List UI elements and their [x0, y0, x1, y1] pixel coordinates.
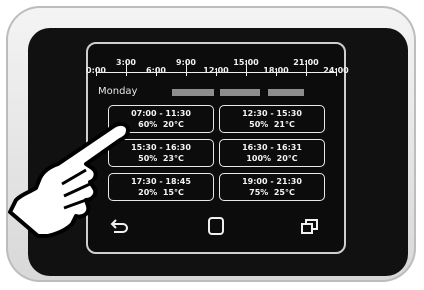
slot-power: 20% — [138, 188, 158, 197]
slot-time: 12:30 - 15:30 — [242, 109, 302, 118]
schedule-bar-segment — [220, 89, 260, 96]
day-label: Monday — [98, 86, 138, 97]
tick — [306, 60, 307, 76]
slot-temp: 15°C — [162, 188, 184, 197]
slot-time: 19:00 - 21:30 — [242, 177, 302, 186]
slot-power: 75% — [249, 188, 269, 197]
slot-time: 16:30 - 16:31 — [242, 143, 302, 152]
time-slot-button[interactable]: 12:30 - 15:30 50% 21°C — [219, 105, 325, 133]
slot-temp: 20°C — [162, 120, 184, 129]
time-slot-button[interactable]: 16:30 - 16:31 100% 20°C — [219, 139, 325, 167]
slot-power: 60% — [138, 120, 158, 129]
time-slot-button[interactable]: 19:00 - 21:30 75% 25°C — [219, 173, 325, 201]
slot-power: 50% — [249, 120, 269, 129]
schedule-bar-segment — [268, 89, 304, 96]
tick — [216, 68, 217, 76]
tick — [276, 68, 277, 76]
tick — [336, 68, 337, 76]
slot-temp: 21°C — [273, 120, 295, 129]
pointing-hand-icon — [8, 121, 130, 238]
slot-values: 75% 25°C — [220, 187, 324, 198]
slot-power: 100% — [246, 154, 272, 163]
tick — [96, 68, 97, 76]
schedule-bar-segment — [172, 89, 214, 96]
slot-temp: 20°C — [276, 154, 298, 163]
slot-values: 50% 21°C — [220, 119, 324, 130]
tick — [246, 60, 247, 76]
slot-power: 50% — [138, 154, 158, 163]
slot-temp: 23°C — [162, 154, 184, 163]
square-home-icon[interactable] — [206, 217, 226, 235]
tick — [126, 60, 127, 76]
slot-values: 100% 20°C — [220, 153, 324, 164]
recent-apps-icon[interactable] — [300, 217, 320, 235]
slot-temp: 25°C — [273, 188, 295, 197]
tick — [156, 68, 157, 76]
tick — [186, 60, 187, 76]
